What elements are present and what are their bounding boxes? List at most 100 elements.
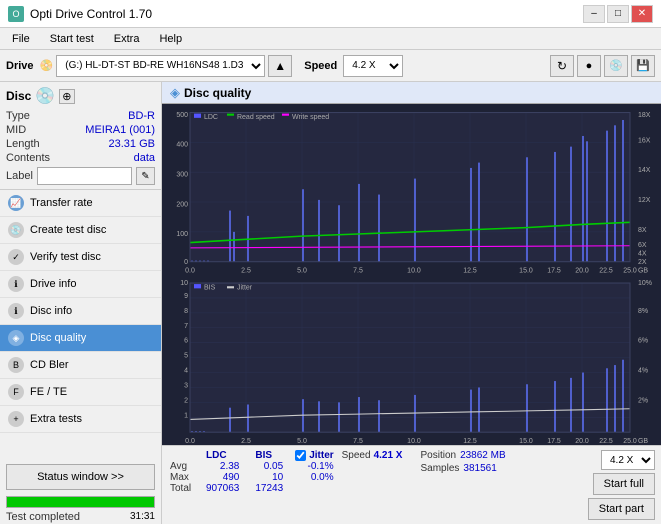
svg-text:400: 400	[176, 139, 188, 148]
minimize-btn[interactable]: –	[583, 5, 605, 23]
svg-text:GB: GB	[638, 436, 648, 445]
svg-text:0.0: 0.0	[185, 436, 195, 445]
label-edit-btn[interactable]: ✎	[136, 167, 155, 185]
samples-value: 381561	[463, 463, 496, 474]
avg-label: Avg	[168, 461, 198, 472]
drive-label: Drive	[6, 60, 34, 72]
svg-text:2%: 2%	[638, 395, 649, 404]
stats-area: LDC BIS Jitter Speed 4.21 X	[162, 445, 661, 524]
nav-fe-te[interactable]: F FE / TE	[0, 379, 161, 406]
title-bar: O Opti Drive Control 1.70 – □ ✕	[0, 0, 661, 28]
disc-icon: 💿	[35, 86, 55, 106]
nav-drive-info[interactable]: ℹ Drive info	[0, 271, 161, 298]
status-window-btn[interactable]: Status window >>	[6, 464, 155, 490]
eject-btn[interactable]: ▲	[268, 55, 292, 77]
app-icon: O	[8, 6, 24, 22]
nav-drive-info-label: Drive info	[30, 278, 76, 290]
avg-ldc: 2.38	[198, 461, 247, 472]
speed-dropdown[interactable]: 4.2 X	[601, 450, 655, 470]
disc-quality-chart: 500 400 300 200 100 0 0.0 2.5 5.0 7.5 10…	[162, 104, 661, 445]
extra-tests-icon: +	[8, 411, 24, 427]
nav-cd-bler[interactable]: B CD Bler	[0, 352, 161, 379]
nav-create-test-disc[interactable]: 💿 Create test disc	[0, 217, 161, 244]
svg-text:25.0: 25.0	[623, 436, 637, 445]
menu-extra[interactable]: Extra	[106, 31, 148, 47]
disc-icon2: ⊕	[59, 89, 74, 104]
max-label: Max	[168, 472, 198, 483]
menu-starttest[interactable]: Start test	[42, 31, 102, 47]
mid-value: MEIRA1 (001)	[85, 124, 155, 136]
type-value: BD-R	[128, 110, 155, 122]
position-value: 23862 MB	[460, 450, 506, 461]
svg-text:22.5: 22.5	[599, 265, 613, 274]
nav-transfer-rate[interactable]: 📈 Transfer rate	[0, 190, 161, 217]
svg-text:7: 7	[184, 321, 188, 330]
svg-text:200: 200	[176, 199, 188, 208]
label-input[interactable]	[37, 167, 132, 185]
contents-label: Contents	[6, 152, 50, 164]
nav-transfer-rate-label: Transfer rate	[30, 197, 93, 209]
svg-text:8X: 8X	[638, 225, 647, 234]
speed-select[interactable]: 4.2 X	[343, 55, 403, 77]
burn-btn[interactable]: ●	[577, 55, 601, 77]
close-btn[interactable]: ✕	[631, 5, 653, 23]
menu-help[interactable]: Help	[151, 31, 190, 47]
svg-text:1: 1	[184, 410, 188, 419]
svg-text:12X: 12X	[638, 195, 651, 204]
length-label: Length	[6, 138, 40, 150]
svg-text:12.5: 12.5	[463, 265, 477, 274]
chart-title: Disc quality	[184, 86, 251, 100]
progress-bar-container	[6, 496, 155, 508]
svg-text:5.0: 5.0	[297, 436, 307, 445]
svg-text:20.0: 20.0	[575, 265, 589, 274]
status-text: Test completed	[6, 511, 80, 523]
chart-header-icon: ◈	[170, 85, 180, 101]
svg-text:0.0: 0.0	[185, 265, 195, 274]
menu-file[interactable]: File	[4, 31, 38, 47]
samples-row: Samples 381561	[420, 463, 505, 474]
svg-text:LDC: LDC	[204, 112, 218, 121]
nav-disc-info[interactable]: ℹ Disc info	[0, 298, 161, 325]
svg-text:Jitter: Jitter	[237, 282, 253, 291]
disc-btn[interactable]: 💿	[604, 55, 628, 77]
svg-text:18X: 18X	[638, 110, 651, 119]
maximize-btn[interactable]: □	[607, 5, 629, 23]
start-full-btn[interactable]: Start full	[593, 473, 655, 495]
avg-jitter: -0.1%	[291, 461, 337, 472]
svg-text:10.0: 10.0	[407, 436, 421, 445]
svg-text:3: 3	[184, 380, 188, 389]
nav-extra-tests[interactable]: + Extra tests	[0, 406, 161, 433]
start-part-btn[interactable]: Start part	[588, 498, 655, 520]
svg-text:4: 4	[184, 365, 188, 374]
drive-select[interactable]: (G:) HL-DT-ST BD-RE WH16NS48 1.D3	[56, 55, 265, 77]
save-btn[interactable]: 💾	[631, 55, 655, 77]
avg-bis: 0.05	[247, 461, 291, 472]
svg-text:500: 500	[176, 110, 188, 119]
svg-text:25.0: 25.0	[623, 265, 637, 274]
drive-info-icon: ℹ	[8, 276, 24, 292]
svg-text:8%: 8%	[638, 306, 649, 315]
speed-val: 4.21 X	[374, 450, 403, 461]
svg-text:100: 100	[176, 229, 188, 238]
svg-text:300: 300	[176, 169, 188, 178]
menu-bar: File Start test Extra Help	[0, 28, 661, 50]
speed-label: Speed	[304, 60, 337, 72]
jitter-checkbox[interactable]	[295, 450, 306, 461]
samples-label: Samples	[420, 463, 459, 474]
disc-section: Disc 💿 ⊕ Type BD-R MID MEIRA1 (001) Leng…	[0, 82, 161, 190]
svg-text:22.5: 22.5	[599, 436, 613, 445]
nav-verify-test-disc[interactable]: ✓ Verify test disc	[0, 244, 161, 271]
svg-text:7.5: 7.5	[353, 265, 363, 274]
toolbar-icons: ↻ ● 💿 💾	[550, 55, 655, 77]
main-area: Disc 💿 ⊕ Type BD-R MID MEIRA1 (001) Leng…	[0, 82, 661, 524]
nav-create-test-label: Create test disc	[30, 224, 106, 236]
chart-header: ◈ Disc quality	[162, 82, 661, 104]
nav-disc-quality[interactable]: ◈ Disc quality	[0, 325, 161, 352]
svg-text:17.5: 17.5	[547, 265, 561, 274]
nav-extra-tests-label: Extra tests	[30, 413, 82, 425]
nav-fe-te-label: FE / TE	[30, 386, 67, 398]
speed-header-label: Speed	[342, 450, 371, 461]
refresh-btn[interactable]: ↻	[550, 55, 574, 77]
verify-test-icon: ✓	[8, 249, 24, 265]
max-jitter: 0.0%	[291, 472, 337, 483]
